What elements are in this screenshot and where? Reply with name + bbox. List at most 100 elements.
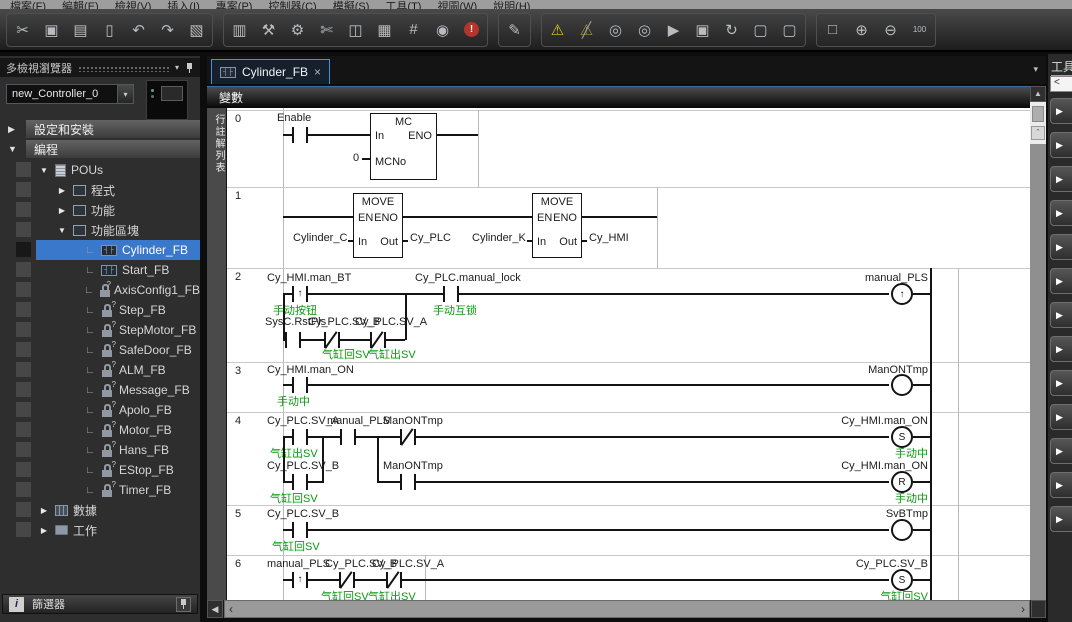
coil-label[interactable]: manual_PLS xyxy=(828,272,928,284)
tree-item-function-blocks[interactable]: ▼ 功能區塊 xyxy=(0,220,200,240)
build-button[interactable]: ⚒ xyxy=(254,15,283,44)
toolbox-category-button[interactable]: ▶ xyxy=(1050,370,1072,396)
variables-bar[interactable]: 變數 xyxy=(207,86,1030,108)
scroll-track[interactable] xyxy=(1030,144,1046,600)
coil-label[interactable]: Cy_PLC.SV_B xyxy=(828,558,928,570)
data-expand-icon[interactable]: ▶ xyxy=(38,506,50,515)
tree-item-step-fb[interactable]: ∟ ? Step_FB xyxy=(0,300,200,320)
move-function-block[interactable]: MOVE EN ENO In Out xyxy=(353,193,403,258)
undo-button[interactable]: ↶ xyxy=(124,15,153,44)
block-pin-en[interactable]: EN xyxy=(358,212,373,224)
contact-label[interactable]: manual_PLS xyxy=(267,558,330,570)
tree-item-apolo-fb[interactable]: ∟ ? Apolo_FB xyxy=(0,400,200,420)
menu-project[interactable]: 專案(P) xyxy=(216,0,253,9)
menu-insert[interactable]: 插入(I) xyxy=(167,0,199,9)
block-pin-eno[interactable]: ENO xyxy=(553,212,577,224)
controller-select[interactable]: new_Controller_0 ▾ xyxy=(6,84,134,104)
section-programming-arrow-icon[interactable]: ▼ xyxy=(8,140,20,158)
cut-button[interactable]: ✂ xyxy=(8,15,37,44)
tree-item-hans-fb[interactable]: ∟ ? Hans_FB xyxy=(0,440,200,460)
contact-bar[interactable] xyxy=(443,286,445,302)
contact-label[interactable]: ManONTmp xyxy=(383,460,443,472)
move-function-block[interactable]: MOVE EN ENO In Out xyxy=(532,193,582,258)
rung-number[interactable]: 2 xyxy=(235,271,241,283)
controller-select-arrow-icon[interactable]: ▾ xyxy=(117,85,133,103)
zoom-out-button[interactable]: ⊖ xyxy=(876,15,905,44)
operand-label[interactable]: Cylinder_K xyxy=(472,232,526,244)
rung-number[interactable]: 0 xyxy=(235,113,241,125)
toolbox-category-button[interactable]: ▶ xyxy=(1050,166,1072,192)
check-all-button[interactable]: ⚠╱ xyxy=(572,15,601,44)
tree-item-data[interactable]: ▶ 數據 xyxy=(0,500,200,520)
contact-label[interactable]: Cy_PLC.SV_A xyxy=(355,316,427,328)
contact-label[interactable]: Cy_PLC.SV_A xyxy=(372,558,444,570)
coil-label[interactable]: ManONTmp xyxy=(828,364,928,376)
tree-item-pous[interactable]: ▼ POUs xyxy=(0,160,200,180)
split-view-button[interactable]: ˆ xyxy=(1031,126,1045,140)
block-pin-in[interactable]: In xyxy=(358,236,367,248)
monitor-button[interactable]: ◎ xyxy=(601,15,630,44)
contact-bar[interactable] xyxy=(292,522,294,538)
menu-file[interactable]: 檔案(F) xyxy=(10,0,46,9)
tree-item-safedoor-fb[interactable]: ∟ ? SafeDoor_FB xyxy=(0,340,200,360)
scroll-up-button[interactable]: ▲ xyxy=(1030,86,1046,102)
contact-label[interactable]: manual_PLS xyxy=(327,415,390,427)
block-pin-eno[interactable]: ENO xyxy=(408,130,432,142)
constant-value[interactable]: 0 xyxy=(353,152,359,164)
toolbox-search-input[interactable]: < xyxy=(1050,76,1072,92)
pulse-coil[interactable]: ↑ xyxy=(891,283,913,305)
menu-help[interactable]: 說明(H) xyxy=(493,0,530,9)
check-program-button[interactable]: ⚠ xyxy=(543,15,572,44)
toolbox-category-button[interactable]: ▶ xyxy=(1050,98,1072,124)
rung-number[interactable]: 3 xyxy=(235,365,241,377)
toolbox-category-button[interactable]: ▶ xyxy=(1050,200,1072,226)
delete-button[interactable]: ▯ xyxy=(95,15,124,44)
toolbox-category-button[interactable]: ▶ xyxy=(1050,404,1072,430)
toolbox-category-button[interactable]: ▶ xyxy=(1050,438,1072,464)
zoom-fit-button[interactable]: □ xyxy=(818,15,847,44)
paste-special-button[interactable]: ▧ xyxy=(182,15,211,44)
toolbox-category-button[interactable]: ▶ xyxy=(1050,132,1072,158)
pous-expand-icon[interactable]: ▼ xyxy=(38,166,50,175)
coil-label[interactable]: Cy_HMI.man_ON xyxy=(828,415,928,427)
contact-label[interactable]: Cy_HMI.man_BT xyxy=(267,272,351,284)
transfer-to-controller-button[interactable]: ▢ xyxy=(746,15,775,44)
filter-bar[interactable]: i 篩選器 xyxy=(2,594,198,614)
vertical-scrollbar[interactable]: ▲ ˆ xyxy=(1030,86,1046,600)
zoom-100-button[interactable]: 100 xyxy=(905,15,934,44)
toolbox-category-button[interactable]: ▶ xyxy=(1050,506,1072,532)
menu-window[interactable]: 視圖(W) xyxy=(437,0,477,9)
export-window-button[interactable]: ▥ xyxy=(225,15,254,44)
menu-controller[interactable]: 控制器(C) xyxy=(268,0,316,9)
horizontal-scrollbar[interactable]: ◀ ‹ › xyxy=(207,600,1046,618)
toolbox-category-button[interactable]: ▶ xyxy=(1050,336,1072,362)
tab-cylinder-fb[interactable]: ┤├ Cylinder_FB × xyxy=(211,59,330,84)
output-coil[interactable] xyxy=(891,374,913,396)
menu-view[interactable]: 檢視(V) xyxy=(115,0,152,9)
menu-tools[interactable]: 工具(T) xyxy=(385,0,421,9)
copy-button[interactable]: ▣ xyxy=(37,15,66,44)
explorer-pin-icon[interactable] xyxy=(185,63,194,73)
section-programming[interactable]: 編程 xyxy=(26,140,200,158)
paste-button[interactable]: ▤ xyxy=(66,15,95,44)
tree-item-programs[interactable]: ▶ 程式 xyxy=(0,180,200,200)
tab-close-icon[interactable]: × xyxy=(314,65,321,79)
block-pin-out[interactable]: Out xyxy=(380,236,398,248)
function-blocks-expand-icon[interactable]: ▼ xyxy=(56,226,68,235)
rung-number[interactable]: 5 xyxy=(235,508,241,520)
toolbox-category-button[interactable]: ▶ xyxy=(1050,302,1072,328)
toolbox-category-button[interactable]: ▶ xyxy=(1050,268,1072,294)
contact-bar[interactable] xyxy=(292,127,294,143)
rung-number[interactable]: 6 xyxy=(235,558,241,570)
synchronize-button[interactable]: ↻ xyxy=(717,15,746,44)
contact-label[interactable]: Cy_HMI.man_ON xyxy=(267,364,354,376)
monitor-stop-button[interactable]: ◎ xyxy=(630,15,659,44)
contact-label[interactable]: Cy_PLC.SV_B xyxy=(267,508,339,520)
tree-item-axisconfig1-fb[interactable]: ∟ ? AxisConfig1_FB xyxy=(0,280,200,300)
output-coil[interactable] xyxy=(891,519,913,541)
tree-item-start-fb[interactable]: ∟ ┤├ Start_FB xyxy=(0,260,200,280)
block-pin-in[interactable]: In xyxy=(537,236,546,248)
block-pin-out[interactable]: Out xyxy=(559,236,577,248)
simulation-programs-button[interactable]: ▣ xyxy=(688,15,717,44)
cross-reference-button[interactable]: # xyxy=(399,15,428,44)
